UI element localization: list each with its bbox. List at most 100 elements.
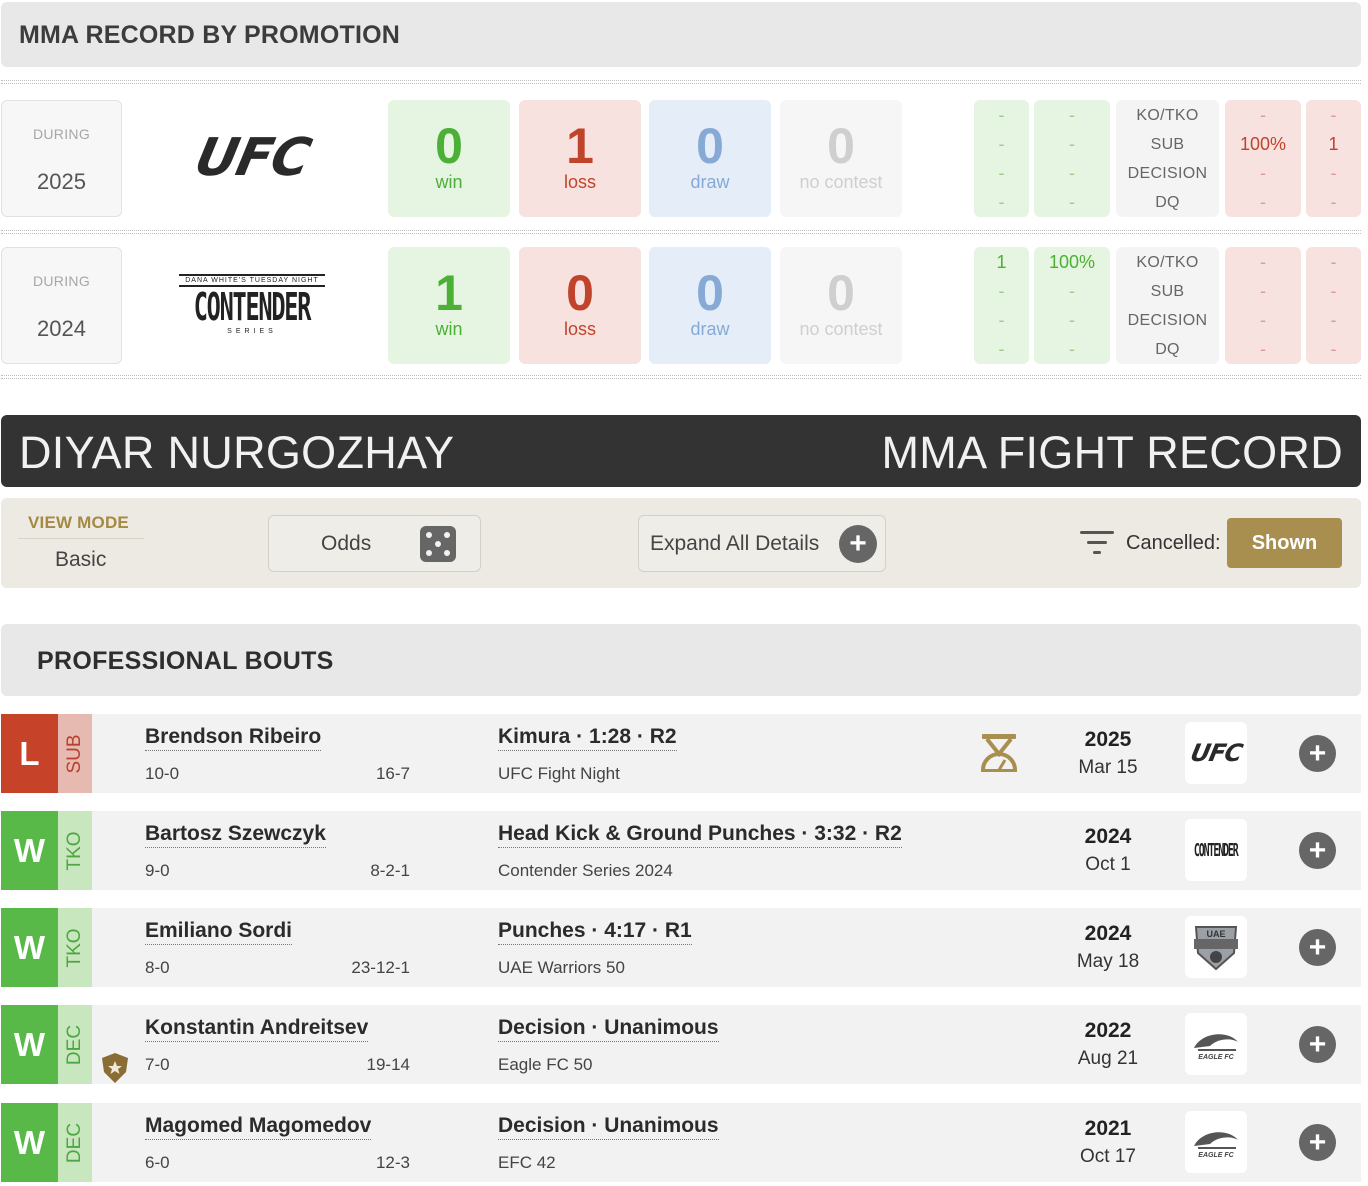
method-label: SUB xyxy=(1150,136,1185,153)
during-year: 2025 xyxy=(37,169,86,194)
cancelled-shown-toggle[interactable]: Shown xyxy=(1227,518,1342,568)
cell: - xyxy=(1330,339,1337,359)
expand-fight-button[interactable]: + xyxy=(1299,735,1336,772)
fighter-record: 7-0 xyxy=(145,1055,170,1074)
fight-method-link[interactable]: Kimura · 1:28 · R2 xyxy=(498,725,677,751)
eagle-fc-logo[interactable]: EAGLE FC xyxy=(1185,1111,1247,1173)
fight-row[interactable]: W TKO Emiliano Sordi 8-0 23-12-1 Punches… xyxy=(1,908,1361,987)
fighter-record: 8-0 xyxy=(145,958,170,977)
fight-result-badge: W xyxy=(1,1005,58,1084)
cell: - xyxy=(1330,310,1337,330)
event-name: UFC Fight Night xyxy=(498,764,620,783)
opponent-link[interactable]: Magomed Magomedov xyxy=(145,1114,372,1140)
fighter-record: 9-0 xyxy=(145,861,170,880)
cell: 1 xyxy=(996,252,1007,272)
uae-warriors-logo[interactable]: UAE xyxy=(1185,916,1247,978)
cell: - xyxy=(1260,163,1266,183)
fight-method-badge: SUB xyxy=(58,714,92,793)
win-count: 0 xyxy=(435,118,463,174)
fight-row[interactable]: W DEC Magomed Magomedov 6-0 12-3 Decisio… xyxy=(1,1103,1361,1182)
fight-date: May 18 xyxy=(1076,951,1140,972)
fight-method-short: TKO xyxy=(64,830,85,871)
dice-icon xyxy=(420,526,456,562)
odds-button[interactable]: Odds xyxy=(268,515,481,572)
win-percent-column: 100% - - - xyxy=(1034,247,1110,364)
draw-label: draw xyxy=(690,319,730,339)
method-label: KO/TKO xyxy=(1136,107,1199,124)
cell: - xyxy=(998,163,1005,183)
method-label: KO/TKO xyxy=(1136,254,1199,271)
expand-fight-button[interactable]: + xyxy=(1299,832,1336,869)
no-contest-count: 0 xyxy=(827,118,855,174)
event-name: EFC 42 xyxy=(498,1153,556,1172)
fight-method-link[interactable]: Head Kick & Ground Punches · 3:32 · R2 xyxy=(498,822,902,848)
divider xyxy=(1,80,1361,84)
fight-row[interactable]: W DEC Konstantin Andreitsev 7-0 19-14 De… xyxy=(1,1005,1361,1084)
loss-label: loss xyxy=(563,319,596,339)
opponent-link[interactable]: Emiliano Sordi xyxy=(145,919,293,945)
fighter-name: DIYAR NURGOZHAY xyxy=(19,427,455,478)
divider xyxy=(18,538,144,539)
expand-fight-button[interactable]: + xyxy=(1299,1124,1336,1161)
contender-series-logo[interactable]: DANA WHITE'S TUESDAY NIGHT CONTENDER SER… xyxy=(157,260,347,350)
fight-method-short: SUB xyxy=(64,733,85,774)
during-label: DURING xyxy=(32,126,91,142)
expand-all-details-button[interactable]: Expand All Details + xyxy=(638,515,886,572)
fight-date: Aug 21 xyxy=(1077,1048,1139,1069)
cell: - xyxy=(1330,281,1337,301)
fight-date: Mar 15 xyxy=(1078,757,1138,778)
opponent-record: 23-12-1 xyxy=(351,958,410,977)
draw-label: draw xyxy=(690,172,730,192)
draw-count: 0 xyxy=(696,118,724,174)
opponent-record: 16-7 xyxy=(375,764,410,783)
loss-stat: 0 loss xyxy=(519,247,641,364)
ufc-logo-text: UFC xyxy=(1187,739,1245,767)
fight-method-link[interactable]: Decision · Unanimous xyxy=(498,1016,719,1042)
fight-row[interactable]: W TKO Bartosz Szewczyk 9-0 8-2-1 Head Ki… xyxy=(1,811,1361,890)
during-year-box: DURING 2025 xyxy=(1,100,122,217)
method-label: SUB xyxy=(1150,283,1185,300)
method-label: DQ xyxy=(1155,341,1180,358)
contender-series-logo[interactable]: CONTENDER xyxy=(1185,819,1247,881)
during-year: 2024 xyxy=(37,316,86,341)
fight-method-short: DEC xyxy=(64,1024,85,1065)
expand-fight-button[interactable]: + xyxy=(1299,929,1336,966)
view-mode-label: VIEW MODE xyxy=(28,513,129,532)
cell: - xyxy=(1069,134,1075,154)
fight-method-link[interactable]: Decision · Unanimous xyxy=(498,1114,719,1140)
professional-bouts-header: PROFESSIONAL BOUTS xyxy=(1,624,1361,696)
draw-count: 0 xyxy=(696,265,724,321)
cell: - xyxy=(1330,105,1337,125)
view-mode-basic[interactable]: Basic xyxy=(55,548,106,572)
fighter-record: 6-0 xyxy=(145,1153,170,1172)
fight-result-badge: W xyxy=(1,811,58,890)
fighter-banner: DIYAR NURGOZHAY MMA FIGHT RECORD xyxy=(1,415,1361,487)
opponent-link[interactable]: Konstantin Andreitsev xyxy=(145,1016,369,1042)
opponent-link[interactable]: Bartosz Szewczyk xyxy=(145,822,326,848)
draw-stat: 0 draw xyxy=(649,100,771,217)
fight-year: 2024 xyxy=(1084,825,1132,848)
ufc-logo-text: UFC xyxy=(189,128,315,188)
opponent-record: 12-3 xyxy=(375,1153,410,1172)
method-label: DECISION xyxy=(1127,312,1208,329)
ufc-logo[interactable]: UFC xyxy=(1185,722,1247,784)
eagle-fc-icon: EAGLE FC xyxy=(1194,1132,1238,1159)
expand-fight-button[interactable]: + xyxy=(1299,1026,1336,1063)
fight-method-link[interactable]: Punches · 4:17 · R1 xyxy=(498,919,692,945)
eagle-fc-logo[interactable]: EAGLE FC xyxy=(1185,1013,1247,1075)
loss-count-column: - 1 - - xyxy=(1306,100,1361,217)
opponent-link[interactable]: Brendson Ribeiro xyxy=(145,725,322,751)
filter-icon[interactable] xyxy=(1080,531,1114,555)
win-count-column: - - - - xyxy=(974,100,1029,217)
cell: - xyxy=(1330,163,1337,183)
ufc-logo[interactable]: UFC xyxy=(157,113,347,203)
fight-result-badge: W xyxy=(1,908,58,987)
cell: - xyxy=(1069,105,1075,125)
cell: - xyxy=(998,105,1005,125)
fight-method-badge: TKO xyxy=(58,811,92,890)
fight-method-badge: DEC xyxy=(58,1103,92,1182)
fight-method-badge: DEC xyxy=(58,1005,92,1084)
fight-result-badge: L xyxy=(1,714,58,793)
loss-count-column: - - - - xyxy=(1306,247,1361,364)
fight-row[interactable]: L SUB Brendson Ribeiro 10-0 16-7 Kimura … xyxy=(1,714,1361,793)
